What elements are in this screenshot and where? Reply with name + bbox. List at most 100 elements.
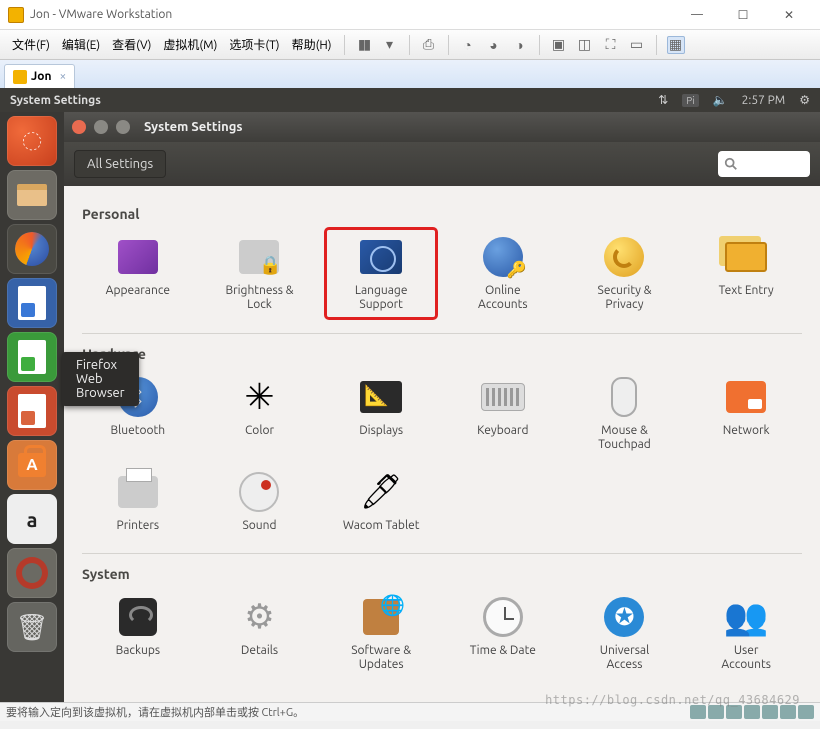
- tile-software-updates[interactable]: Software & Updates: [325, 588, 437, 679]
- vmware-menubar: 文件(F) 编辑(E) 查看(V) 虚拟机(M) 选项卡(T) 帮助(H) ▮▮…: [0, 30, 820, 60]
- user-accounts-icon: 👥: [723, 594, 769, 640]
- system-settings-window: System Settings All Settings Personal Ap…: [64, 112, 820, 702]
- tile-displays[interactable]: Displays: [325, 368, 437, 459]
- vmware-logo-icon: [8, 7, 24, 23]
- software-updates-icon: [363, 599, 399, 635]
- launcher-dash[interactable]: ◌: [7, 116, 57, 166]
- tile-sound[interactable]: Sound: [204, 463, 316, 539]
- section-system-title: System: [82, 566, 802, 582]
- details-icon: ⚙: [236, 594, 282, 640]
- snapshot-manage-icon[interactable]: ◕: [485, 36, 503, 54]
- device-icon[interactable]: [726, 705, 742, 719]
- tile-universal-access[interactable]: ✪Universal Access: [569, 588, 681, 679]
- window-close-icon[interactable]: [72, 120, 86, 134]
- device-icon[interactable]: [690, 705, 706, 719]
- launcher-calc[interactable]: [7, 332, 57, 382]
- tile-time-date[interactable]: Time & Date: [447, 588, 559, 679]
- vm-tab-label: Jon: [31, 70, 51, 83]
- tile-keyboard[interactable]: Keyboard: [447, 368, 559, 459]
- divider: [82, 333, 802, 334]
- vmware-tabstrip: Jon ×: [0, 60, 820, 88]
- revert-icon[interactable]: ◑: [511, 36, 529, 54]
- tile-user-accounts[interactable]: 👥User Accounts: [690, 588, 802, 679]
- menu-edit[interactable]: 编辑(E): [56, 32, 106, 57]
- section-personal-title: Personal: [82, 206, 802, 222]
- all-settings-button[interactable]: All Settings: [74, 150, 166, 178]
- minimize-button[interactable]: —: [674, 0, 720, 30]
- tile-security-privacy[interactable]: Security & Privacy: [569, 228, 681, 319]
- sound-icon: [239, 472, 279, 512]
- search-input[interactable]: [718, 151, 810, 177]
- section-hardware-title: Hardware: [82, 346, 802, 362]
- tile-color[interactable]: ✳Color: [204, 368, 316, 459]
- sound-indicator-icon[interactable]: 🔈: [713, 93, 728, 107]
- maximize-button[interactable]: ☐: [720, 0, 766, 30]
- clock[interactable]: 2:57 PM: [742, 94, 786, 107]
- tile-appearance[interactable]: Appearance: [82, 228, 194, 319]
- tile-backups[interactable]: Backups: [82, 588, 194, 679]
- tile-text-entry[interactable]: Text Entry: [690, 228, 802, 319]
- window-titlebar[interactable]: System Settings: [64, 112, 820, 142]
- fullscreen-icon[interactable]: ⛶: [602, 36, 620, 54]
- tile-network[interactable]: Network: [690, 368, 802, 459]
- vm-tab-icon: [13, 70, 27, 84]
- launcher-trash[interactable]: 🗑: [7, 602, 57, 652]
- console-view-icon[interactable]: ▦: [667, 36, 685, 54]
- power-dropdown-icon[interactable]: ▾: [381, 36, 399, 54]
- settings-toolbar: All Settings: [64, 142, 820, 186]
- keyboard-indicator[interactable]: Pi: [682, 94, 698, 107]
- mouse-icon: [611, 377, 637, 417]
- close-tab-icon[interactable]: ×: [59, 70, 66, 83]
- send-ctrlaltdel-icon[interactable]: ⎙: [420, 36, 438, 54]
- menu-view[interactable]: 查看(V): [106, 32, 157, 57]
- search-field[interactable]: [738, 158, 798, 171]
- launcher-settings[interactable]: [7, 548, 57, 598]
- menu-vm[interactable]: 虚拟机(M): [157, 32, 223, 57]
- keyboard-icon: [481, 383, 525, 411]
- launcher-software[interactable]: [7, 440, 57, 490]
- vm-tab-jon[interactable]: Jon ×: [4, 64, 75, 88]
- fit-guest-icon[interactable]: ▣: [550, 36, 568, 54]
- menu-tabs[interactable]: 选项卡(T): [223, 32, 285, 57]
- window-title: System Settings: [144, 120, 243, 134]
- device-icon[interactable]: [798, 705, 814, 719]
- launcher-firefox[interactable]: [7, 224, 57, 274]
- session-gear-icon[interactable]: ⚙: [799, 93, 810, 107]
- online-accounts-icon: [483, 237, 523, 277]
- tile-mouse-touchpad[interactable]: Mouse & Touchpad: [569, 368, 681, 459]
- appearance-icon: [118, 240, 158, 274]
- unity-icon[interactable]: ◫: [576, 36, 594, 54]
- section-hardware-grid: ᛒBluetooth ✳Color Displays Keyboard Mous…: [82, 368, 802, 539]
- menu-help[interactable]: 帮助(H): [286, 32, 338, 57]
- firefox-icon: [15, 232, 49, 266]
- displays-icon: [360, 381, 402, 413]
- device-icon[interactable]: [744, 705, 760, 719]
- launcher-amazon[interactable]: a: [7, 494, 57, 544]
- stretch-icon[interactable]: ▭: [628, 36, 646, 54]
- tile-printers[interactable]: Printers: [82, 463, 194, 539]
- close-button[interactable]: ✕: [766, 0, 812, 30]
- snapshot-icon[interactable]: ◔: [459, 36, 477, 54]
- color-icon: ✳: [236, 374, 282, 420]
- unity-launcher: ◌ a 🗑 Firefox Web Browser: [0, 112, 64, 702]
- gear-icon: [16, 557, 48, 589]
- tile-wacom[interactable]: 🖊Wacom Tablet: [325, 463, 437, 539]
- window-minimize-icon[interactable]: [94, 120, 108, 134]
- launcher-impress[interactable]: [7, 386, 57, 436]
- tile-language-support[interactable]: Language Support: [325, 228, 437, 319]
- device-icon[interactable]: [780, 705, 796, 719]
- network-indicator-icon[interactable]: ⇅: [658, 93, 668, 107]
- window-maximize-icon[interactable]: [116, 120, 130, 134]
- security-privacy-icon: [604, 237, 644, 277]
- tile-details[interactable]: ⚙Details: [204, 588, 316, 679]
- tile-online-accounts[interactable]: Online Accounts: [447, 228, 559, 319]
- pause-icon[interactable]: ▮▮: [355, 36, 373, 54]
- device-icon[interactable]: [762, 705, 778, 719]
- search-icon: [724, 157, 738, 171]
- launcher-tooltip: Firefox Web Browser: [62, 352, 139, 406]
- launcher-writer[interactable]: [7, 278, 57, 328]
- tile-brightness-lock[interactable]: Brightness & Lock: [204, 228, 316, 319]
- menu-file[interactable]: 文件(F): [6, 32, 56, 57]
- device-icon[interactable]: [708, 705, 724, 719]
- launcher-files[interactable]: [7, 170, 57, 220]
